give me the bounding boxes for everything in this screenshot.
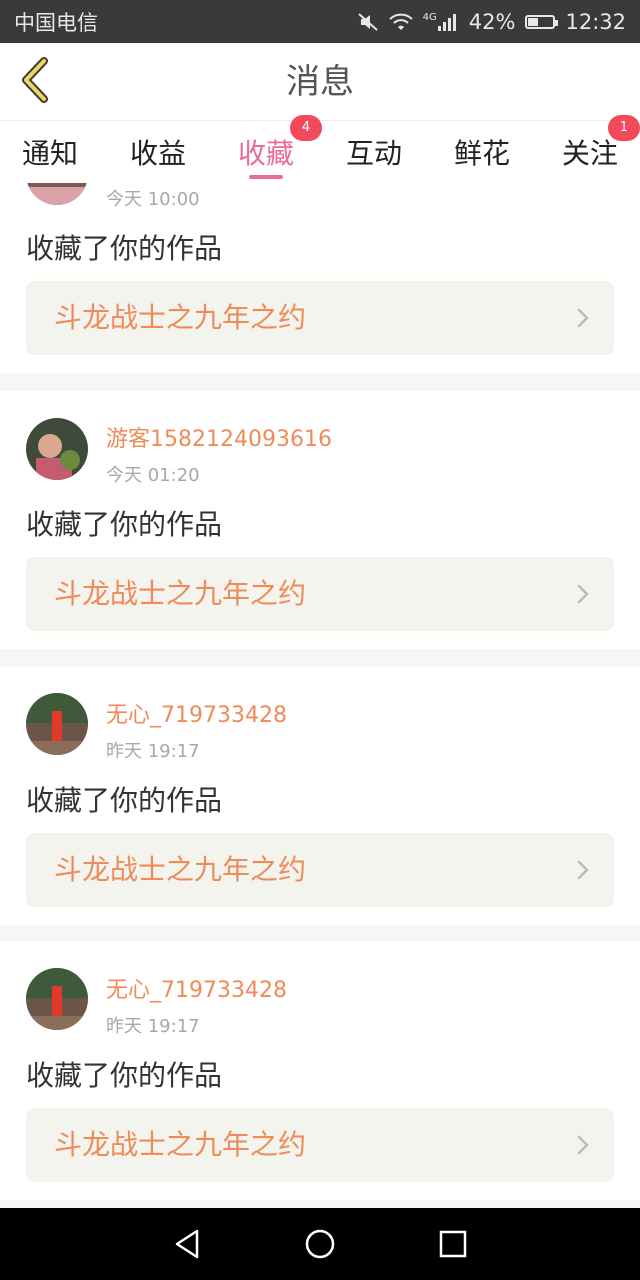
action-text: 收藏了你的作品	[26, 232, 223, 265]
tab-label: 收益	[129, 137, 186, 170]
message-time: 今天 01:20	[106, 465, 200, 486]
avatar[interactable]	[26, 693, 88, 755]
chevron-right-icon	[576, 583, 590, 609]
avatar[interactable]	[26, 968, 88, 1030]
home-circle-icon[interactable]	[298, 1222, 342, 1266]
tab-label: 鲜花	[453, 137, 510, 170]
chevron-right-icon	[576, 859, 590, 885]
tab-label: 通知	[22, 137, 79, 170]
system-nav-bar	[0, 1208, 640, 1280]
message-time: 昨天 19:17	[106, 1016, 200, 1037]
chevron-right-icon	[576, 1134, 590, 1160]
message-time: 昨天 19:17	[106, 741, 200, 762]
action-text: 收藏了你的作品	[26, 508, 223, 541]
status-time: 12:32	[565, 9, 626, 34]
username[interactable]: 游客1582124093616	[106, 421, 332, 453]
battery-icon	[525, 14, 559, 29]
unread-badge: 4	[289, 115, 322, 141]
username[interactable]: 无心_719733428	[106, 972, 287, 1004]
back-triangle-icon[interactable]	[165, 1222, 209, 1266]
battery-percent: 42%	[468, 9, 516, 34]
message-card: 今天 10:00 收藏了你的作品 斗龙战士之九年之约	[0, 183, 640, 373]
username[interactable]: 无心_719733428	[106, 697, 287, 729]
carrier-label: 中国电信	[14, 10, 98, 35]
tab-bar: 通知 收益 收藏 4 互动 鲜花 关注 1	[0, 115, 640, 183]
tab-follows[interactable]: 关注 1	[561, 115, 640, 183]
chevron-right-icon	[576, 307, 590, 333]
action-text: 收藏了你的作品	[26, 784, 223, 817]
message-list[interactable]: 今天 10:00 收藏了你的作品 斗龙战士之九年之约 游客15821240936…	[0, 183, 640, 1208]
avatar[interactable]	[26, 183, 88, 205]
page-title: 消息	[286, 62, 354, 102]
wifi-icon	[388, 13, 413, 31]
recents-square-icon[interactable]	[431, 1222, 475, 1266]
tab-favorites[interactable]: 收藏 4	[237, 115, 322, 183]
work-title: 斗龙战士之九年之约	[54, 853, 307, 886]
tab-earnings[interactable]: 收益	[130, 121, 186, 183]
message-card: 无心_719733428 昨天 19:17 收藏了你的作品 斗龙战士之九年之约	[0, 667, 640, 925]
message-card: 游客1582124093616 今天 01:20 收藏了你的作品 斗龙战士之九年…	[0, 391, 640, 649]
work-title: 斗龙战士之九年之约	[54, 301, 307, 334]
status-bar: 中国电信 4G 42% 12:32	[0, 0, 640, 43]
tab-label: 关注	[561, 137, 618, 170]
unread-badge: 1	[607, 115, 640, 141]
battery-fill	[528, 17, 539, 26]
work-link[interactable]: 斗龙战士之九年之约	[26, 281, 614, 355]
message-card: 无心_719733428 昨天 19:17 收藏了你的作品 斗龙战士之九年之约	[0, 942, 640, 1200]
work-link[interactable]: 斗龙战士之九年之约	[26, 1108, 614, 1182]
tab-flowers[interactable]: 鲜花	[454, 121, 510, 183]
work-title: 斗龙战士之九年之约	[54, 1128, 307, 1161]
tab-label: 互动	[345, 137, 402, 170]
avatar[interactable]	[26, 418, 88, 480]
tab-interactions[interactable]: 互动	[346, 121, 402, 183]
network-type-label: 4G	[422, 11, 437, 23]
app-header: 消息	[0, 43, 640, 121]
work-link[interactable]: 斗龙战士之九年之约	[26, 557, 614, 631]
tab-label: 收藏	[237, 137, 294, 170]
message-time: 今天 10:00	[106, 189, 200, 210]
mute-icon	[357, 12, 379, 32]
status-icons: 4G 42% 12:32	[357, 10, 626, 34]
work-title: 斗龙战士之九年之约	[54, 577, 307, 610]
work-link[interactable]: 斗龙战士之九年之约	[26, 833, 614, 907]
tab-notifications[interactable]: 通知	[22, 121, 78, 183]
action-text: 收藏了你的作品	[26, 1059, 223, 1092]
signal-icon: 4G	[423, 12, 459, 32]
